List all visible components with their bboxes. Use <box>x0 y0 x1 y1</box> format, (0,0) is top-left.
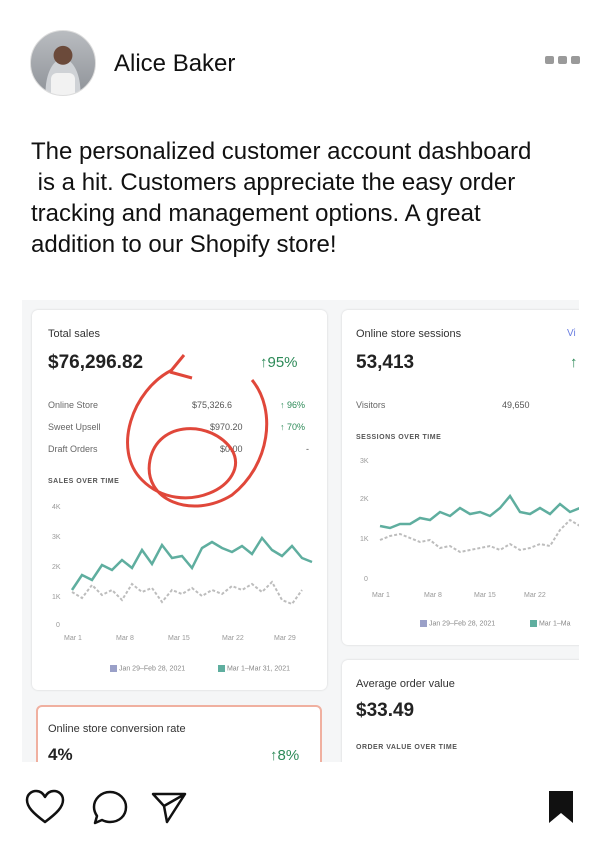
sessions-card: Online store sessions Vi 53,413 ↑ Visito… <box>342 310 579 645</box>
x-tick: Mar 1 <box>372 592 390 599</box>
post-image: Total sales $76,296.82 ↑95% Online Store… <box>22 300 579 762</box>
card-value: 53,413 <box>356 352 415 373</box>
current-period-line <box>379 493 579 530</box>
row-label: Visitors <box>356 400 386 410</box>
card-title: Online store sessions <box>356 328 462 340</box>
x-tick: Mar 15 <box>474 592 496 599</box>
avatar[interactable] <box>30 30 96 96</box>
view-link[interactable]: Vi <box>567 328 576 339</box>
x-tick: Mar 22 <box>524 592 546 599</box>
x-tick: Mar 8 <box>424 592 442 599</box>
share-icon[interactable] <box>150 791 188 825</box>
y-tick: 2K <box>360 496 369 503</box>
card-title: Online store conversion rate <box>48 723 186 735</box>
y-tick: 3K <box>360 458 369 465</box>
bookmark-icon[interactable] <box>547 789 575 825</box>
y-tick: 1K <box>360 536 369 543</box>
chart-title: SESSIONS OVER TIME <box>356 434 442 441</box>
chart-title: ORDER VALUE OVER TIME <box>356 744 458 751</box>
legend-current: Mar 1–Ma <box>530 620 570 627</box>
card-value: 4% <box>48 745 73 762</box>
post-actions <box>0 785 607 835</box>
row-value: 49,650 <box>502 400 530 410</box>
comment-icon[interactable] <box>91 789 129 827</box>
card-title: Average order value <box>356 678 455 690</box>
more-icon[interactable] <box>545 56 581 66</box>
heart-icon[interactable] <box>25 789 65 825</box>
card-value: $33.49 <box>356 700 415 721</box>
y-tick: 0 <box>364 576 368 583</box>
username[interactable]: Alice Baker <box>114 50 235 78</box>
sessions-line-chart <box>379 493 579 554</box>
conversion-card: Online store conversion rate 4% ↑8% <box>36 705 322 762</box>
card-change: ↑8% <box>270 747 300 762</box>
aov-card: Average order value $33.49 ORDER VALUE O… <box>342 660 579 762</box>
post-header: Alice Baker <box>0 0 607 125</box>
card-change: ↑ <box>570 354 578 371</box>
post-caption: The personalized customer account dashbo… <box>31 138 532 258</box>
legend-previous: Jan 29–Feb 28, 2021 <box>420 620 495 627</box>
